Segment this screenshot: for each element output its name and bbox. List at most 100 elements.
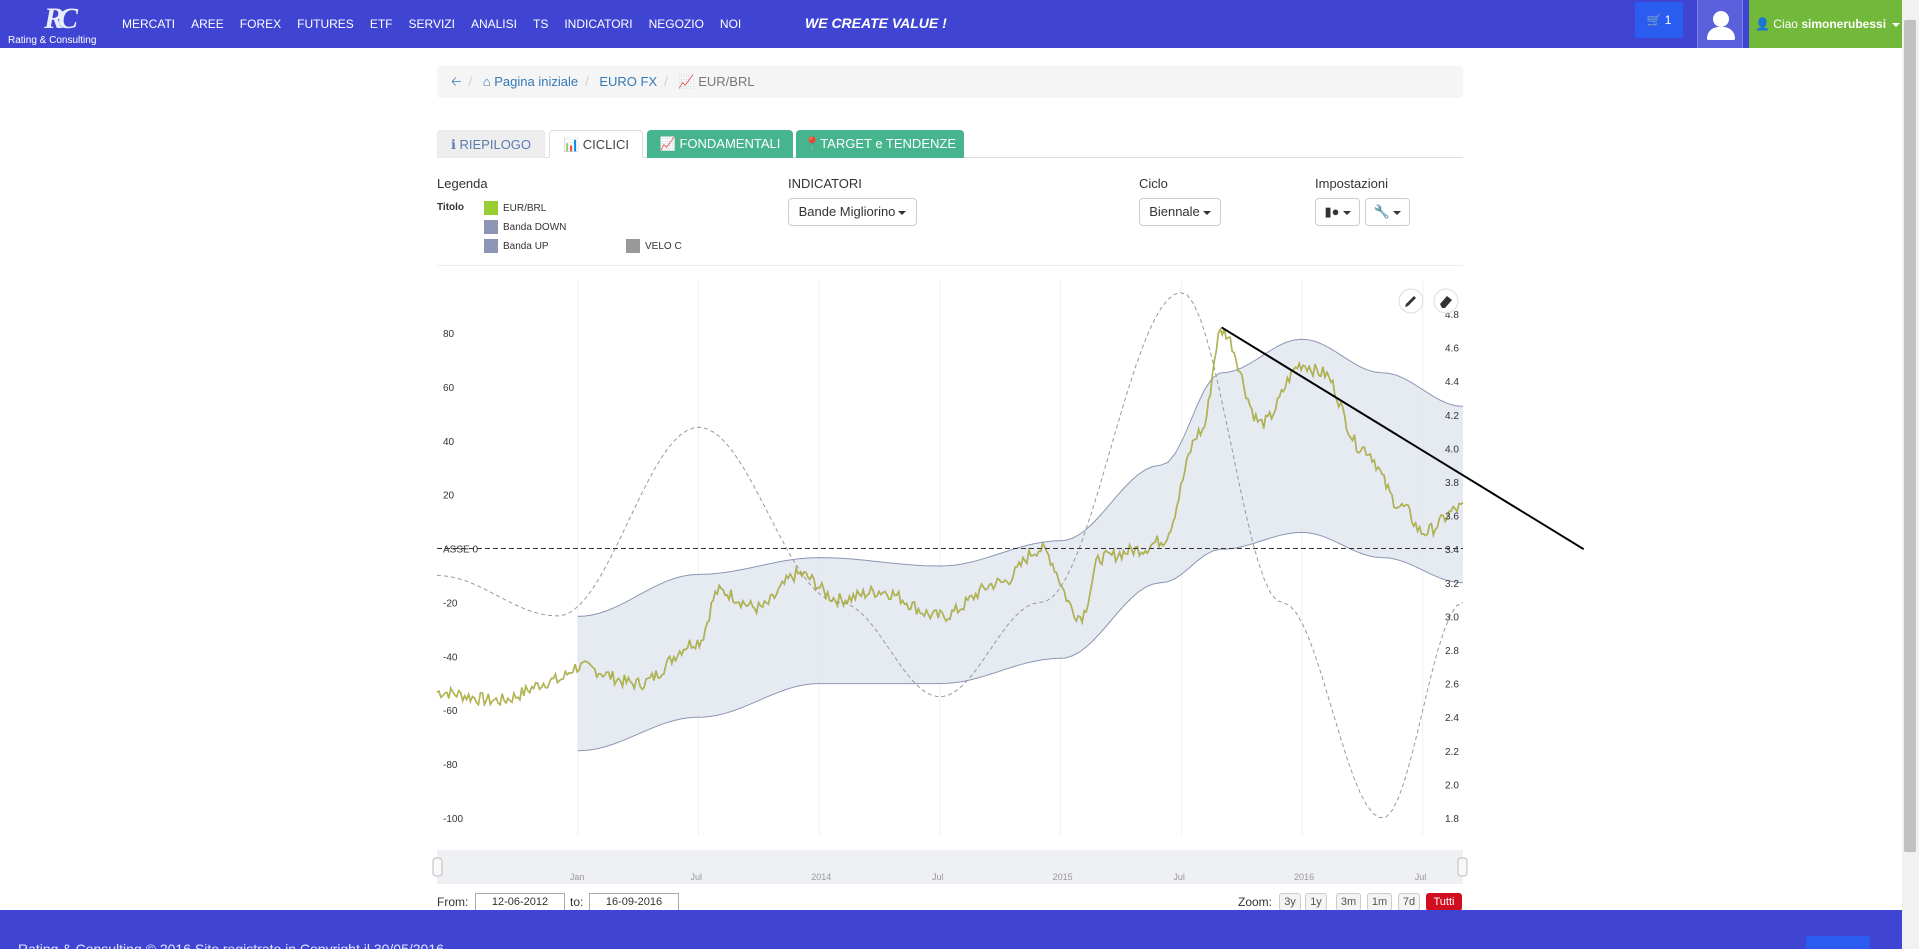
legend-item-banda-up: Banda UP [503,241,549,252]
logo[interactable]: RC Rating & Consulting [8,2,108,46]
legend-swatch-eurbrl [484,201,498,215]
nav-item-noi[interactable]: NOI [720,17,741,31]
banda-down-line [577,531,1464,752]
left-axis-tick-7: -60 [443,706,458,717]
logo-text: Rating & Consulting [8,35,97,46]
footer: Rating & Consulting © 2016 Sito registra… [0,910,1902,949]
tab-riepilogo[interactable]: ℹ RIEPILOGO [437,130,545,158]
zoom-3m-button[interactable]: 3m [1336,893,1361,911]
legend-row-label: Titolo [437,202,465,213]
velo-c-layer [436,292,1464,819]
footer-button[interactable] [1806,936,1870,949]
back-arrow-icon[interactable]: 🡠 [451,74,462,89]
user-icon [1713,11,1729,27]
nav-item-ts[interactable]: TS [533,17,548,31]
breadcrumb-home[interactable]: Pagina iniziale [494,74,578,89]
legend-item-velo-c: VELO C [645,241,682,252]
nav-item-futures[interactable]: FUTURES [297,17,354,31]
user-icon-body [1707,27,1735,40]
right-axis-tick-9: 3.0 [1445,612,1459,623]
tab-fondamentali[interactable]: 📈 FONDAMENTALI [647,130,793,158]
user-small-icon: 👤 [1755,17,1770,31]
settings-title: Impostazioni [1315,176,1388,191]
nav-item-servizi[interactable]: SERVIZI [408,17,454,31]
chart-navigator[interactable] [437,850,1463,884]
cart-button[interactable]: 🛒 1 [1635,2,1683,38]
legend-swatch-banda-up [484,239,498,253]
banda-up-line [577,338,1464,617]
indicators-title: INDICATORI [788,176,862,191]
pencil-button[interactable] [1398,288,1424,314]
band-fill [577,339,1463,751]
legend-item-banda-down: Banda DOWN [503,222,567,233]
right-axis-tick-10: 2.8 [1445,646,1459,657]
legend-swatch-velo-c [626,239,640,253]
breadcrumb-section[interactable]: EURO FX [599,74,657,89]
nav-item-forex[interactable]: FOREX [240,17,281,31]
eurbrl-line [436,327,1464,707]
user-avatar-button[interactable] [1697,0,1743,48]
right-axis-tick-5: 3.8 [1445,478,1459,489]
cycle-dropdown[interactable]: Biennale [1139,198,1221,226]
zoom-label: Zoom: [1238,895,1273,909]
main-nav: MERCATI AREE FOREX FUTURES ETF SERVIZI A… [114,0,749,48]
right-axis-tick-13: 2.2 [1445,747,1459,758]
chevron-down-icon [898,210,907,215]
chart-type-dropdown[interactable]: ▮● [1315,198,1360,226]
zoom-all-button[interactable]: Tutti [1426,893,1462,911]
left-axis-tick-1: 60 [443,383,455,394]
left-axis-tick-2: 40 [443,437,455,448]
zoom-1y-button[interactable]: 1y [1305,893,1327,911]
from-label: From: [437,895,469,909]
band-area [577,338,1464,752]
legend-item-eurbrl: EUR/BRL [503,203,547,214]
left-axis-tick-8: -80 [443,760,458,771]
axis-labels: 80604020ASSE 0-20-40-60-80-1004.84.64.44… [443,310,1459,825]
tab-ciclici[interactable]: 📊 CICLICI [549,130,643,158]
legend-swatch-banda-down [484,220,498,234]
chevron-down-icon [1393,210,1402,215]
chart-type-icon: ▮● [1324,204,1340,219]
eraser-button[interactable] [1433,288,1459,314]
tab-bar: ℹ RIEPILOGO 📊 CICLICI 📈 FONDAMENTALI 📍TA… [437,130,1463,158]
nav-item-mercati[interactable]: MERCATI [122,17,175,31]
greeting: Ciao [1773,17,1798,31]
wrench-icon: 🔧 [1373,204,1391,219]
tab-target-tendenze[interactable]: 📍TARGET e TENDENZE [796,130,964,158]
page-scrollbar-thumb[interactable] [1904,20,1916,852]
right-axis-tick-11: 2.6 [1445,680,1459,691]
line-chart-icon: 📈 [678,74,695,89]
home-icon[interactable]: ⌂ [483,74,491,89]
cycle-title: Ciclo [1139,176,1168,191]
zoom-3y-button[interactable]: 3y [1279,893,1301,911]
zoom-7d-button[interactable]: 7d [1398,893,1420,911]
nav-item-etf[interactable]: ETF [370,17,393,31]
nav-item-negozio[interactable]: NEGOZIO [649,17,704,31]
footer-text: Rating & Consulting © 2016 Sito registra… [18,941,444,949]
trendline-layer [1221,326,1585,551]
nav-item-aree[interactable]: AREE [191,17,224,31]
chevron-down-icon [1342,210,1351,215]
right-axis-tick-7: 3.4 [1445,545,1459,556]
right-axis-tick-14: 2.0 [1445,780,1459,791]
nav-item-analisi[interactable]: ANALISI [471,17,517,31]
nav-item-indicatori[interactable]: INDICATORI [564,17,632,31]
left-axis-tick-5: -20 [443,598,458,609]
tools-dropdown[interactable]: 🔧 [1365,198,1410,226]
to-date-input[interactable]: 16-09-2016 [589,893,679,911]
tab-ciclici-label: CICLICI [582,137,630,152]
bar-chart-icon: 📊 [562,137,583,152]
zoom-1m-button[interactable]: 1m [1367,893,1392,911]
indicators-dropdown[interactable]: Bande Migliorino [788,198,917,226]
top-navbar: RC Rating & Consulting MERCATI AREE FORE… [0,0,1902,48]
breadcrumb: 🡠 / ⌂ Pagina iniziale / EURO FX / 📈 EUR/BRL [437,66,1463,98]
from-date-input[interactable]: 12-06-2012 [475,893,565,911]
left-axis-tick-0: 80 [443,329,455,340]
logo-mark-icon: RC [43,2,78,35]
right-axis-tick-6: 3.6 [1445,512,1459,523]
username: simonerubessi [1801,17,1887,31]
tab-riepilogo-label: RIEPILOGO [459,137,532,152]
user-menu[interactable]: 👤 Ciao simonerubessi [1749,0,1902,48]
to-label: to: [570,895,584,909]
info-icon: ℹ [450,137,460,152]
